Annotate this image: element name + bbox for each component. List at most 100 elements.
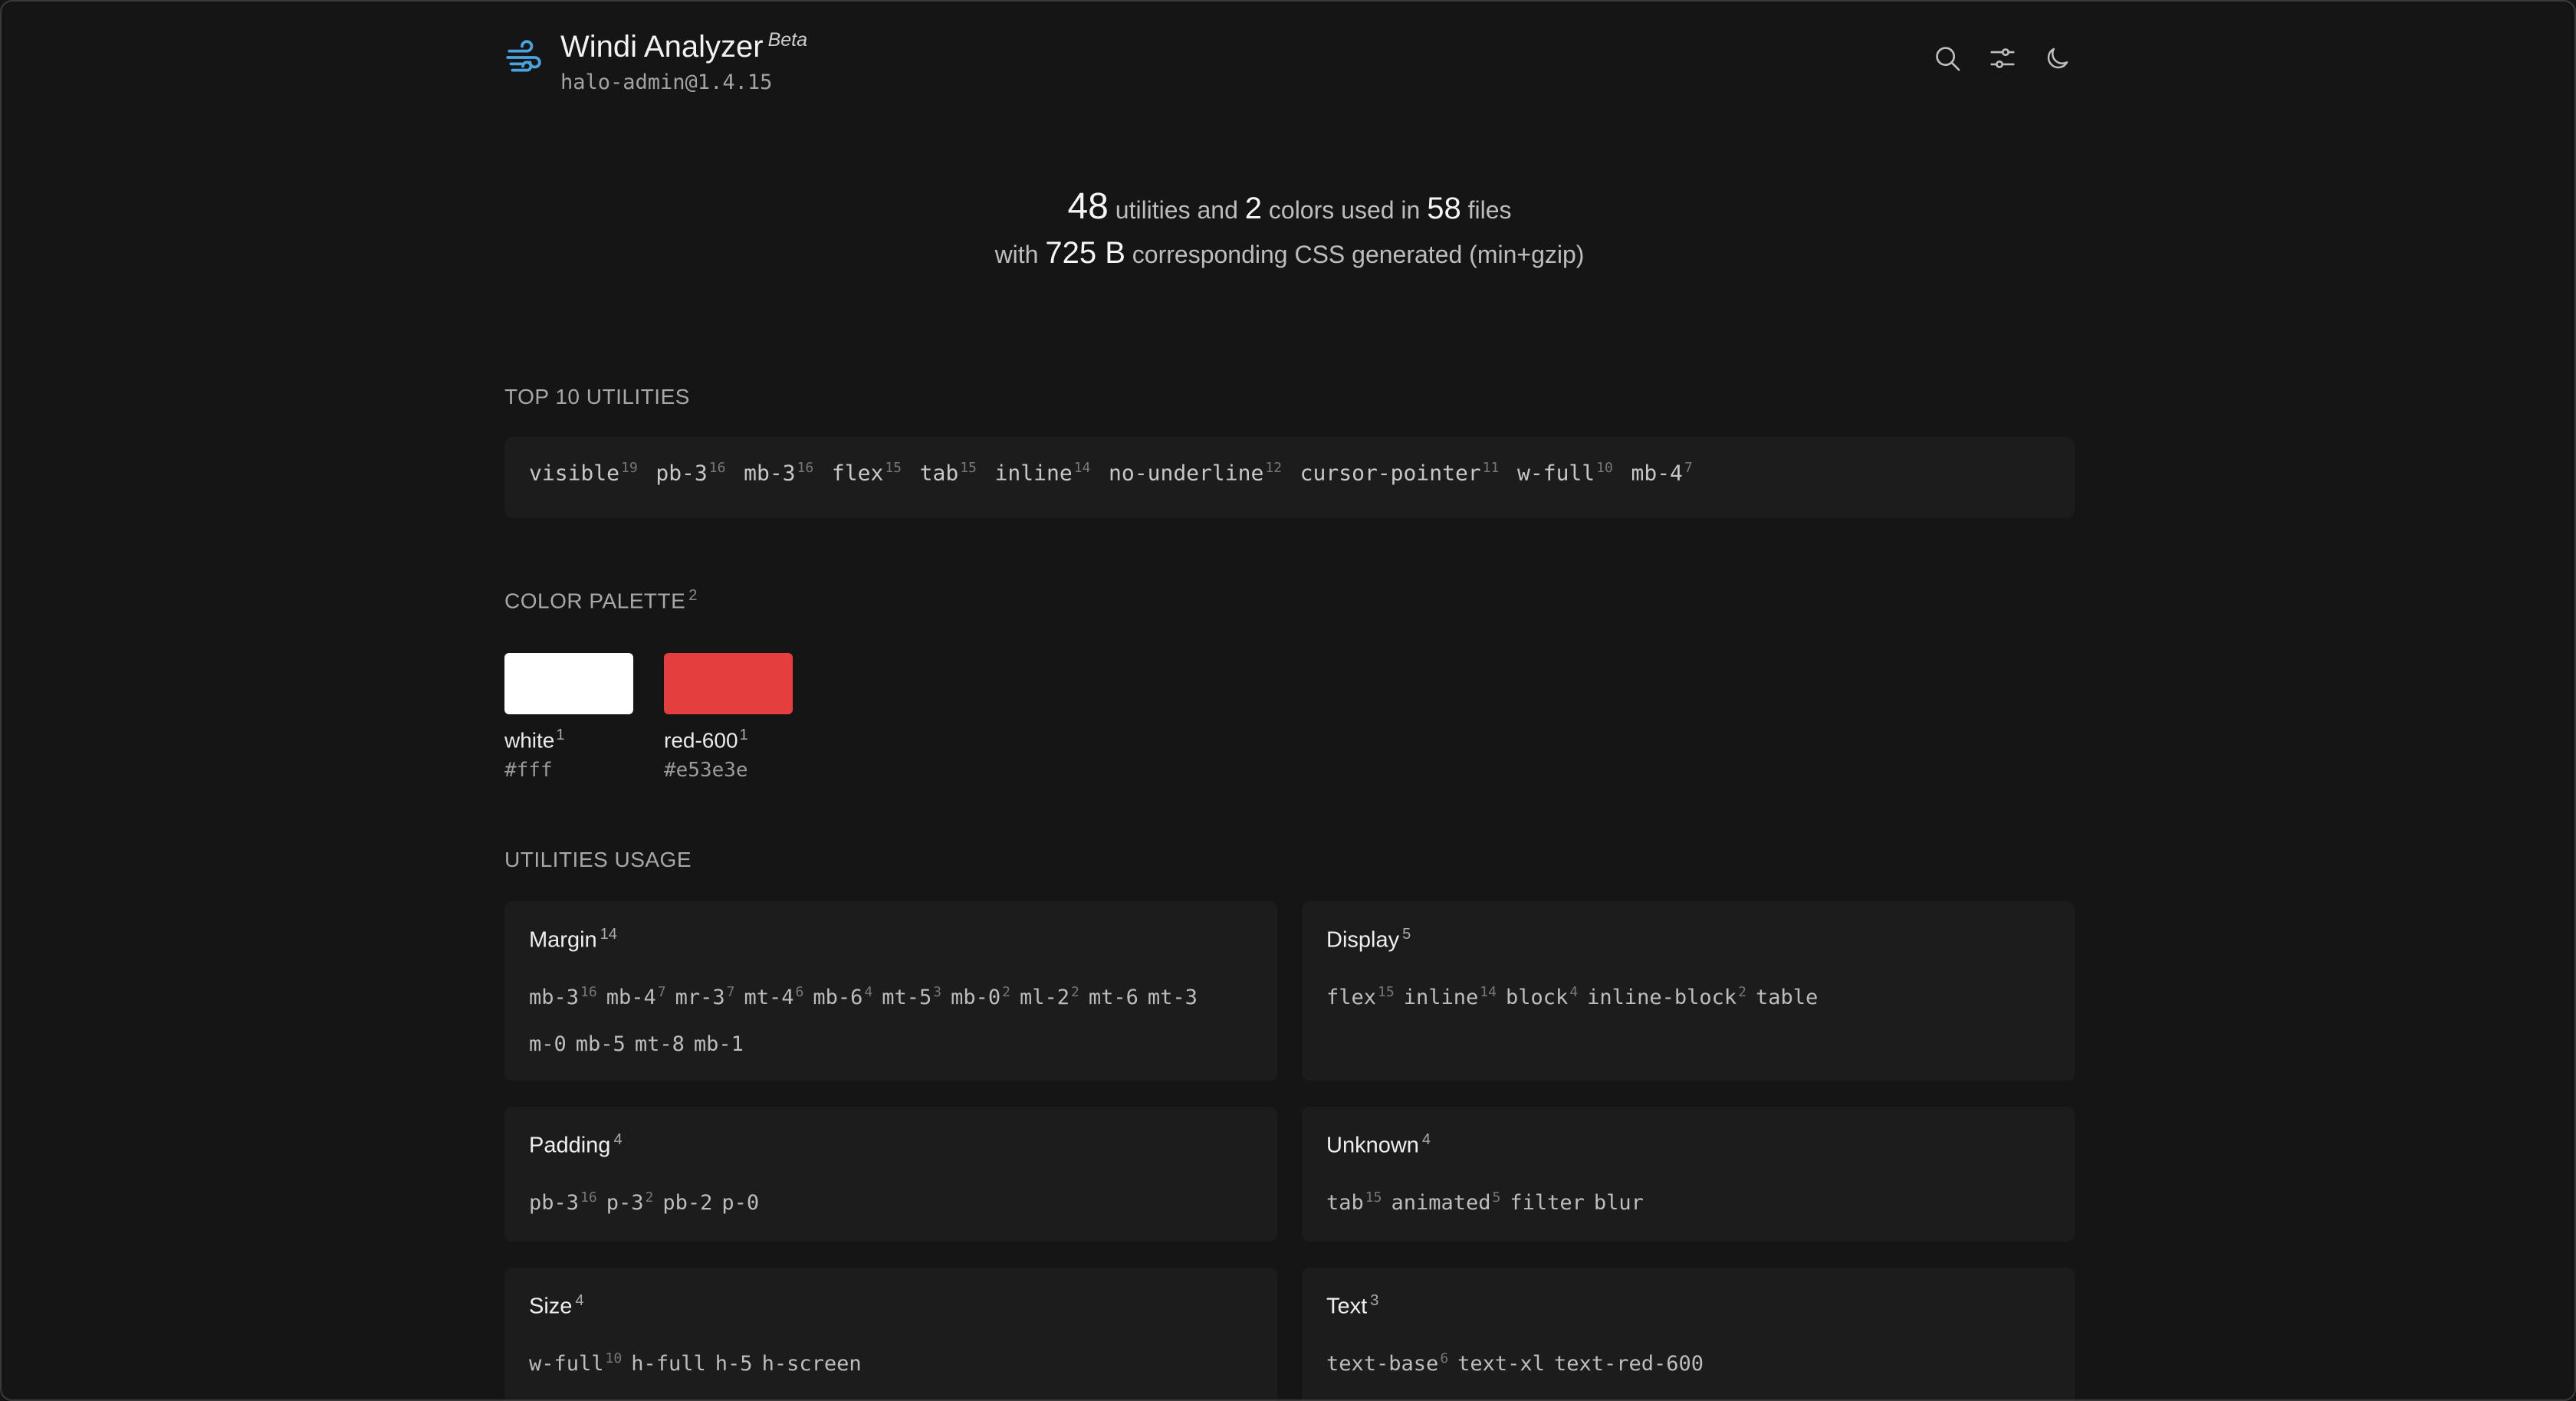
utility-name: visible (529, 460, 620, 486)
utility-count: 3 (933, 983, 942, 1000)
utility-chip[interactable]: mb-0 2 (951, 970, 1010, 1020)
swatch-name-text: red-600 (664, 728, 738, 753)
card-utilities: mb-3 16 mb-4 7 mr-3 7 mt-4 6 mb-6 4 mt-5 3 mb-0 2 ml-2… (529, 970, 1253, 1069)
utility-count: 16 (797, 460, 814, 476)
top-utility-item[interactable]: inline 14 (995, 460, 1091, 485)
utility-count: 4 (1569, 983, 1579, 1000)
utility-chip[interactable]: block 4 (1506, 970, 1578, 1020)
utility-chip[interactable]: mb-3 16 (529, 970, 597, 1020)
utility-chip[interactable]: pb-3 16 (529, 1176, 597, 1225)
utility-name: m-0 (529, 1032, 567, 1056)
card-title-text: Text (1326, 1294, 1368, 1319)
color-swatch-red-600: red-600 1 #e53e3e (664, 653, 793, 782)
card-title-text: Display (1326, 927, 1400, 953)
utility-chip[interactable]: table (1756, 976, 1818, 1020)
utility-chip[interactable]: mr-3 7 (675, 970, 735, 1020)
utility-name: ml-2 (1019, 985, 1070, 1009)
utility-chip[interactable]: tab 15 (1326, 1176, 1382, 1225)
card-title: Display 5 (1326, 926, 2050, 953)
utility-chip[interactable]: inline-block 2 (1587, 970, 1746, 1020)
utility-name: flex (1326, 985, 1377, 1009)
utility-name: tab (919, 460, 959, 486)
utility-chip[interactable]: ml-2 2 (1020, 970, 1079, 1020)
utility-chip[interactable]: blur (1594, 1181, 1644, 1225)
utility-count: 16 (708, 460, 726, 476)
utility-chip[interactable]: animated 5 (1391, 1176, 1500, 1225)
top-utility-item[interactable]: w-full 10 (1517, 460, 1613, 485)
utility-chip[interactable]: mt-4 6 (744, 970, 803, 1020)
card-title-text: Margin (529, 927, 597, 953)
utility-chip[interactable]: inline 14 (1404, 970, 1497, 1020)
top-utility-item[interactable]: tab 15 (920, 460, 977, 485)
utility-chip[interactable]: w-full 10 (529, 1337, 622, 1386)
utility-chip[interactable]: mb-5 (576, 1022, 626, 1067)
card-title: Margin 14 (529, 926, 1253, 953)
utility-chip[interactable]: text-xl (1457, 1342, 1545, 1386)
utility-count: 15 (885, 460, 902, 476)
swatch-name: red-600 1 (664, 727, 793, 753)
utility-chip[interactable]: mt-6 (1089, 976, 1138, 1020)
top-utility-item[interactable]: visible 19 (529, 460, 638, 485)
utility-chip[interactable]: mt-3 (1148, 976, 1198, 1020)
utility-count: 2 (1002, 983, 1010, 1000)
utility-name: pb-3 (529, 1190, 580, 1215)
utility-name: mb-4 (1631, 460, 1683, 486)
utility-count: 2 (645, 1189, 654, 1206)
utility-chip[interactable]: m-0 (529, 1022, 567, 1067)
utility-chip[interactable]: h-5 (715, 1342, 753, 1386)
utility-count: 7 (657, 983, 666, 1000)
utility-name: mb-6 (813, 985, 863, 1009)
card-title-text: Padding (529, 1133, 611, 1158)
utility-name: flex (831, 460, 884, 486)
beta-badge: Beta (767, 29, 807, 51)
utility-chip[interactable]: h-full (631, 1342, 706, 1386)
utility-chip[interactable]: h-screen (762, 1342, 862, 1386)
utility-name: inline (1403, 985, 1479, 1009)
settings-button[interactable] (1986, 41, 2019, 75)
utility-count: 6 (1440, 1350, 1449, 1367)
utility-chip[interactable]: flex 15 (1326, 970, 1395, 1020)
wind-logo-icon[interactable] (504, 38, 543, 77)
utility-chip[interactable]: text-red-600 (1554, 1342, 1704, 1386)
swatch-hex: #e53e3e (664, 759, 748, 783)
utility-name: h-screen (761, 1351, 862, 1376)
swatch-count: 1 (556, 727, 565, 743)
card-title-text: Size (529, 1294, 573, 1319)
utility-name: mr-3 (675, 985, 725, 1009)
swatch-color-white[interactable] (504, 653, 633, 714)
utility-count: 14 (1480, 983, 1497, 1000)
utility-chip[interactable]: pb-2 (662, 1181, 712, 1225)
utility-chip[interactable]: mt-8 (635, 1022, 685, 1067)
utility-chip[interactable]: p-3 2 (606, 1176, 654, 1225)
utility-chip[interactable]: mb-1 (694, 1022, 744, 1067)
utility-chip[interactable]: mt-5 3 (882, 970, 941, 1020)
dark-mode-toggle[interactable] (2041, 41, 2075, 75)
top-utility-item[interactable]: pb-3 16 (656, 460, 725, 485)
swatch-name: white 1 (504, 727, 633, 753)
utility-chip[interactable]: p-0 (721, 1181, 759, 1225)
color-swatch-white: white 1 #fff (504, 653, 633, 782)
moon-icon (2047, 48, 2068, 69)
top-utility-item[interactable]: no-underline 12 (1109, 460, 1282, 485)
utilities-usage-title: UTILITIES USAGE (504, 848, 692, 871)
summary-line-2: with 725 B corresponding CSS generated (… (504, 231, 2075, 276)
card-title: Text 3 (1326, 1292, 2050, 1320)
utility-chip[interactable]: text-base 6 (1326, 1337, 1448, 1386)
swatch-color-red-600[interactable] (664, 653, 793, 714)
utility-count: 11 (1482, 460, 1500, 476)
card-title-text: Unknown (1326, 1133, 1419, 1158)
utility-chip[interactable]: mb-6 4 (813, 970, 872, 1020)
top-utility-item[interactable]: mb-3 16 (744, 460, 813, 485)
color-palette-title: COLOR PALETTE 2 (504, 587, 698, 613)
utility-count: 6 (795, 983, 804, 1000)
top-utility-item[interactable]: flex 15 (832, 460, 902, 485)
utility-count: 2 (1071, 983, 1079, 1000)
utility-name: block (1505, 985, 1569, 1009)
utility-name: tab (1326, 1190, 1364, 1215)
utility-chip[interactable]: filter (1510, 1181, 1585, 1225)
top-utility-item[interactable]: mb-4 7 (1631, 460, 1692, 485)
search-button[interactable] (1930, 41, 1964, 75)
utility-name: w-full (1517, 460, 1595, 486)
utility-chip[interactable]: mb-4 7 (606, 970, 666, 1020)
top-utility-item[interactable]: cursor-pointer 11 (1300, 460, 1500, 485)
